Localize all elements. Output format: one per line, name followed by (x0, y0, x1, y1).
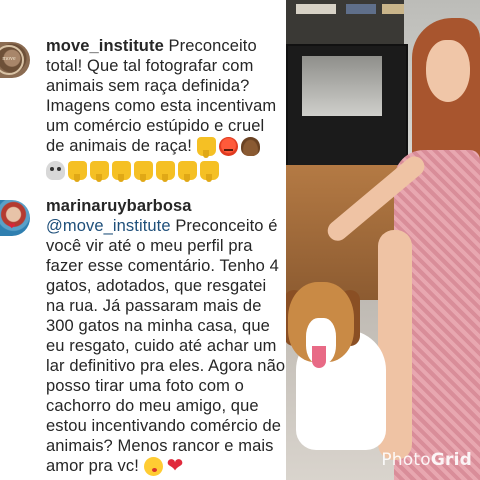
thumbs-down-icon (90, 161, 109, 183)
username[interactable]: marinaruybarbosa (46, 197, 192, 215)
comment-line-text: de animais de raça! (46, 137, 197, 155)
comment-line: um comércio estúpido e cruel (46, 117, 265, 135)
book (296, 4, 336, 14)
comment-line-text: amor pra vc! (46, 457, 144, 475)
comment-line: marinaruybarbosa (46, 196, 286, 216)
photo-panel: PhotoGrid (286, 0, 480, 480)
thumbs-down-icon (156, 161, 175, 183)
comment-text: marinaruybarbosa @move_institute Preconc… (46, 196, 286, 478)
comments-panel: move move_institute Preconceito total! Q… (0, 0, 286, 480)
comment-line: animais? Menos rancor e mais (46, 437, 274, 455)
watermark-suffix: Grid (430, 450, 472, 470)
angry-face-icon (218, 137, 238, 157)
comment-line: Imagens como esta incentivam (46, 97, 277, 115)
tv-cabinet (286, 44, 408, 168)
face-blowing-kiss-icon (143, 457, 163, 477)
heart-icon: ❤ (8, 221, 16, 231)
mention-link[interactable]: @move_institute (46, 217, 171, 235)
comment-line: de animais de raça! (46, 136, 286, 159)
book (346, 4, 376, 14)
avatar[interactable]: ❤ (0, 200, 30, 236)
woman-face (426, 40, 470, 102)
thumbs-down-icon (134, 161, 153, 183)
pile-of-poo-icon (240, 137, 260, 157)
red-heart-icon: ❤ (166, 455, 184, 478)
thumbs-down-icon (200, 161, 219, 183)
comment-line: animais sem raça definida? (46, 77, 250, 95)
comment-line: estou incentivando comércio de (46, 417, 282, 435)
comment-line: lar definitivo pra eles. Agora não (46, 357, 286, 375)
comment-line: total! Que tal fotografar com (46, 57, 254, 75)
comment-line-text: Preconceito é (170, 217, 278, 235)
comment-line: eu resgato, cuido até achar um (46, 337, 277, 355)
username[interactable]: move_institute (46, 37, 164, 55)
comment-text: move_institute Preconceito total! Que ta… (46, 36, 286, 184)
comment-line: @move_institute Preconceito é (46, 216, 286, 236)
comment-line: posso tirar uma foto com o (46, 377, 244, 395)
thumbs-down-icon (196, 137, 216, 159)
comment-line: cachorro do meu amigo, que (46, 397, 259, 415)
avatar-logo-text: move (2, 56, 16, 62)
emoji-row (46, 160, 286, 184)
avatar[interactable]: move (0, 42, 30, 78)
comment-line: 300 gatos na minha casa, que (46, 317, 270, 335)
skull-icon (46, 161, 65, 181)
comment-line: amor pra vc! ❤ (46, 456, 286, 478)
thumbs-down-icon (112, 161, 131, 183)
watermark-prefix: Photo (381, 450, 431, 470)
dog-tongue (312, 346, 326, 368)
photogrid-watermark: PhotoGrid (381, 450, 472, 470)
tv-screen (302, 56, 382, 116)
comment-line: na rua. Já passaram mais de (46, 297, 262, 315)
comment-line-text: Preconceito (163, 37, 257, 55)
comment-line: move_institute Preconceito (46, 36, 286, 56)
thumbs-down-icon (68, 161, 87, 183)
comment-line: gatos, adotados, que resgatei (46, 277, 267, 295)
comment-line: fazer esse comentário. Tenho 4 (46, 257, 279, 275)
thumbs-down-icon (178, 161, 197, 183)
comment-line: você vir até o meu perfil pra (46, 237, 253, 255)
